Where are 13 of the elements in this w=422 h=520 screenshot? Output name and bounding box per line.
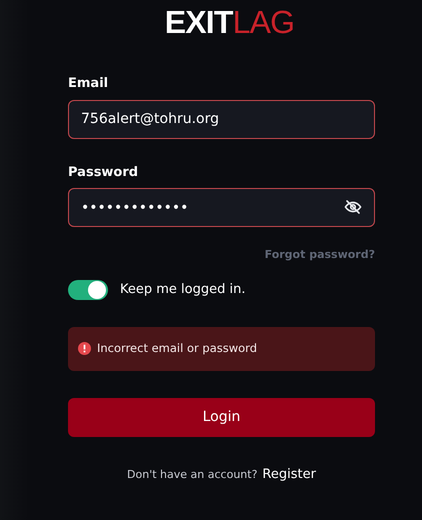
login-button[interactable]: Login xyxy=(68,398,375,436)
password-label: Password xyxy=(68,164,140,182)
keep-logged-in-label: Keep me logged in. xyxy=(120,280,246,299)
email-field[interactable]: 756alert@tohru.org xyxy=(68,100,375,138)
toggle-switch[interactable] xyxy=(68,280,108,300)
register-prompt: Don't have an account? xyxy=(127,466,258,482)
eye-slash-icon[interactable] xyxy=(343,198,363,216)
exclamation-icon xyxy=(78,342,91,355)
logo: EXITLAG xyxy=(164,6,294,38)
error-message: Incorrect email or password xyxy=(97,340,257,357)
email-label: Email xyxy=(68,75,110,93)
register-link[interactable]: Register xyxy=(262,464,316,484)
password-field[interactable]: ••••••••••••• xyxy=(68,188,375,227)
